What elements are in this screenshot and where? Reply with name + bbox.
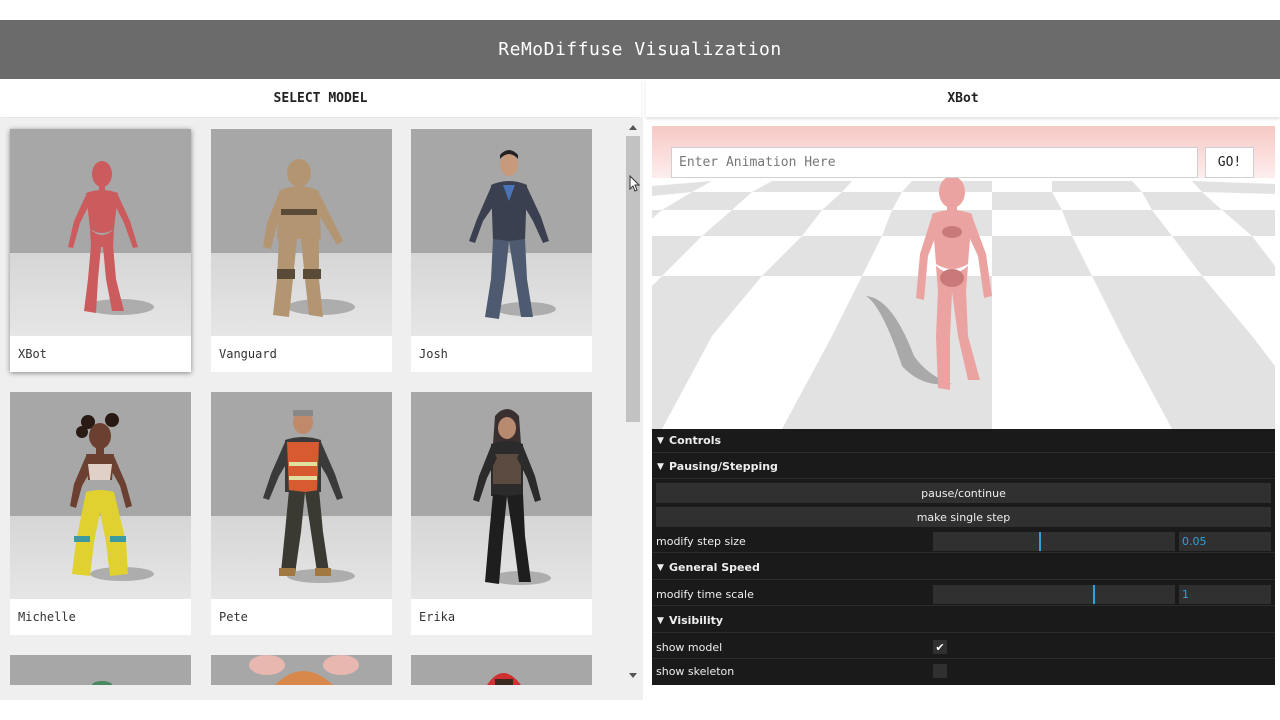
model-card-erika[interactable]: Erika — [411, 392, 592, 635]
controls-folder-label: Controls — [669, 434, 722, 447]
model-name: Vanguard — [219, 347, 277, 361]
show-model-checkbox[interactable]: ✔ — [933, 640, 947, 654]
model-name: Michelle — [18, 610, 76, 624]
show-model-label: show model — [656, 641, 723, 654]
model-card-josh[interactable]: Josh — [411, 129, 592, 372]
model-card-vanguard[interactable]: Vanguard — [211, 129, 392, 372]
model-card-row3-2[interactable] — [211, 655, 392, 685]
select-model-label: SELECT MODEL — [273, 90, 368, 106]
app-title: ReMoDiffuse Visualization — [498, 39, 782, 60]
time-scale-value-input[interactable]: 1 — [1179, 585, 1271, 604]
time-scale-row: modify time scale 1 — [652, 582, 1275, 606]
show-skeleton-checkbox[interactable] — [933, 664, 947, 678]
model-thumbnail — [10, 392, 191, 599]
visibility-folder-label: Visibility — [669, 614, 724, 627]
scroll-up-arrow-icon[interactable] — [629, 125, 637, 130]
pausing-folder-label: Pausing/Stepping — [669, 460, 778, 473]
model-name: Josh — [419, 347, 448, 361]
selected-model-label: XBot — [947, 90, 979, 106]
pause-continue-label: pause/continue — [921, 486, 1006, 500]
show-skeleton-label: show skeleton — [656, 665, 735, 678]
model-name: XBot — [18, 347, 47, 361]
model-thumbnail — [411, 392, 592, 599]
speed-folder-label: General Speed — [669, 561, 760, 574]
single-step-label: make single step — [916, 510, 1011, 524]
chevron-down-icon: ▼ — [657, 562, 664, 573]
step-size-row: modify step size 0.05 — [652, 529, 1275, 553]
selected-model-title: XBot — [646, 79, 1280, 117]
app-header: ReMoDiffuse Visualization — [0, 20, 1280, 79]
model-thumbnail — [411, 655, 592, 685]
chevron-down-icon: ▼ — [657, 435, 664, 446]
animation-input[interactable] — [671, 147, 1198, 178]
step-size-slider[interactable] — [933, 532, 1175, 551]
model-thumbnail — [211, 129, 392, 336]
step-size-value-input[interactable]: 0.05 — [1179, 532, 1271, 551]
model-thumbnail — [10, 129, 191, 336]
model-thumbnail — [411, 129, 592, 336]
time-scale-slider-handle[interactable] — [1092, 585, 1095, 604]
model-grid-scrollbar[interactable] — [624, 122, 642, 682]
show-model-row: show model ✔ — [652, 635, 1275, 659]
select-model-title: SELECT MODEL — [0, 79, 641, 117]
go-button[interactable]: GO! — [1205, 147, 1254, 178]
step-size-label: modify step size — [656, 535, 746, 548]
visibility-folder-header[interactable]: ▼ Visibility — [652, 609, 1275, 633]
model-name: Erika — [419, 610, 456, 624]
model-thumbnail — [211, 655, 392, 685]
controls-panel: ▼ Controls ▼ Pausing/Stepping pause/cont… — [652, 429, 1275, 685]
model-card-michelle[interactable]: Michelle — [10, 392, 191, 635]
model-thumbnail — [211, 392, 392, 599]
pause-continue-button[interactable]: pause/continue — [656, 483, 1271, 503]
speed-folder-header[interactable]: ▼ General Speed — [652, 556, 1275, 580]
model-thumbnail — [10, 655, 191, 685]
model-card-row3-3[interactable] — [411, 655, 592, 685]
3d-viewport[interactable]: GO! — [652, 126, 1275, 429]
single-step-button[interactable]: make single step — [656, 507, 1271, 527]
model-name: Pete — [219, 610, 248, 624]
time-scale-slider[interactable] — [933, 585, 1175, 604]
model-card-row3-1[interactable] — [10, 655, 191, 685]
chevron-down-icon: ▼ — [657, 615, 664, 626]
controls-folder-header[interactable]: ▼ Controls — [652, 429, 1275, 453]
model-card-pete[interactable]: Pete — [211, 392, 392, 635]
scroll-down-arrow-icon[interactable] — [629, 673, 637, 678]
chevron-down-icon: ▼ — [657, 461, 664, 472]
model-card-xbot[interactable]: XBot — [10, 129, 191, 372]
pausing-folder-header[interactable]: ▼ Pausing/Stepping — [652, 455, 1275, 479]
show-skeleton-row: show skeleton — [652, 659, 1275, 683]
model-grid: XBot Vanguard Josh Michelle Pete Erika — [0, 118, 643, 700]
step-size-slider-handle[interactable] — [1039, 532, 1042, 551]
time-scale-label: modify time scale — [656, 588, 754, 601]
